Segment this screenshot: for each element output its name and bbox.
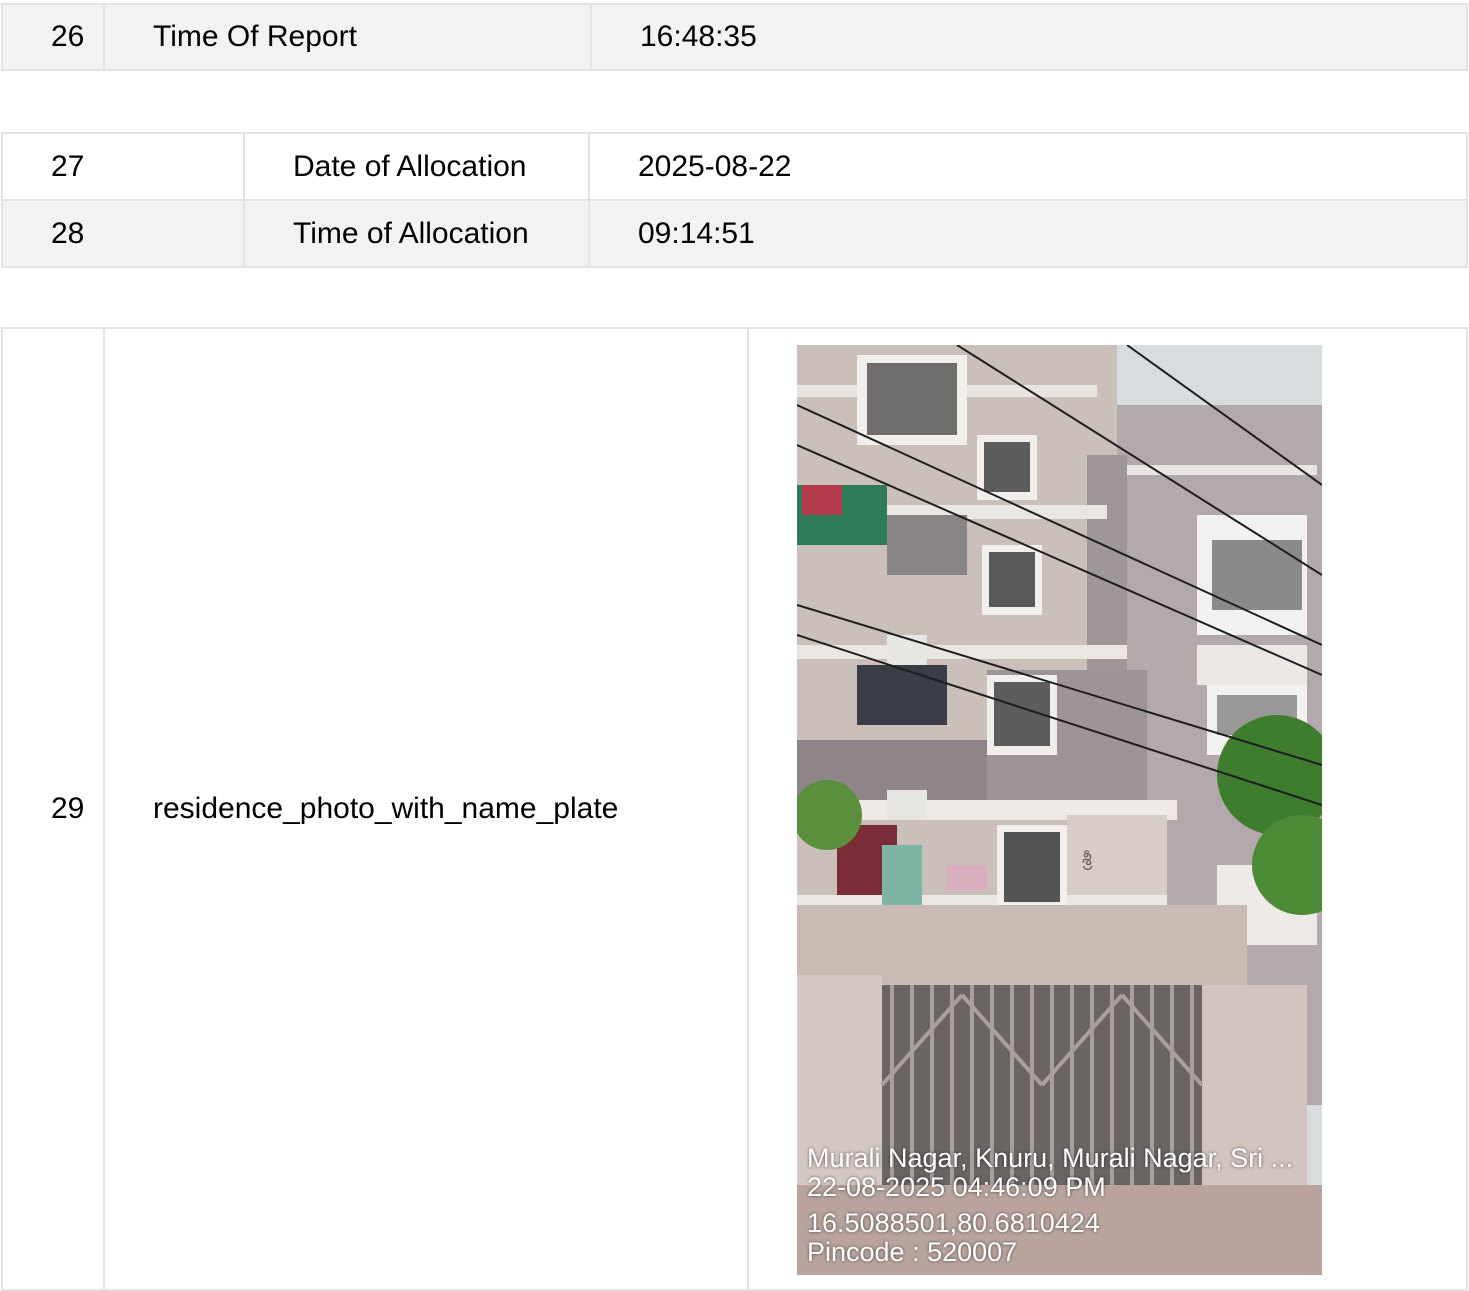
overlay-datetime: 22-08-2025 04:46:09 PM (807, 1172, 1106, 1202)
allocation-table: 27 Date of Allocation 2025-08-22 28 Time… (1, 132, 1468, 268)
row-number: 29 (1, 327, 105, 1291)
overlay-address: Murali Nagar, Knuru, Murali Nagar, Sri .… (807, 1143, 1294, 1173)
row-value: 09:14:51 (588, 199, 1468, 268)
report-time-table: 26 Time Of Report 16:48:35 (1, 3, 1468, 71)
table-row: 28 Time of Allocation 09:14:51 (1, 199, 1468, 268)
overlay-pincode: Pincode : 520007 (807, 1237, 1018, 1267)
row-label: Date of Allocation (243, 132, 590, 201)
photo-geotag-overlay: Murali Nagar, Knuru, Murali Nagar, Sri .… (807, 1144, 1293, 1267)
row-number: 27 (1, 132, 245, 201)
row-number: 26 (1, 3, 105, 71)
table-row: 29 residence_photo_with_name_plate శ్రీ … (1, 327, 1468, 1291)
row-label: Time Of Report (103, 3, 592, 71)
photo-cell: శ్రీ Murali Nagar, Knuru, Murali Nagar, … (747, 327, 1468, 1291)
row-label: Time of Allocation (243, 199, 590, 268)
residence-photo[interactable]: శ్రీ Murali Nagar, Knuru, Murali Nagar, … (797, 345, 1322, 1275)
overlay-coordinates: 16.5088501,80.6810424 (807, 1208, 1100, 1238)
photo-table: 29 residence_photo_with_name_plate శ్రీ … (1, 327, 1468, 1291)
row-value: 2025-08-22 (588, 132, 1468, 201)
row-value: 16:48:35 (590, 3, 1468, 71)
table-row: 26 Time Of Report 16:48:35 (1, 3, 1468, 71)
building-illustration: శ్రీ (797, 345, 1322, 1275)
row-number: 28 (1, 199, 245, 268)
svg-text:శ్రీ: శ్రీ (1082, 849, 1093, 871)
table-row: 27 Date of Allocation 2025-08-22 (1, 132, 1468, 201)
row-label: residence_photo_with_name_plate (103, 327, 749, 1291)
